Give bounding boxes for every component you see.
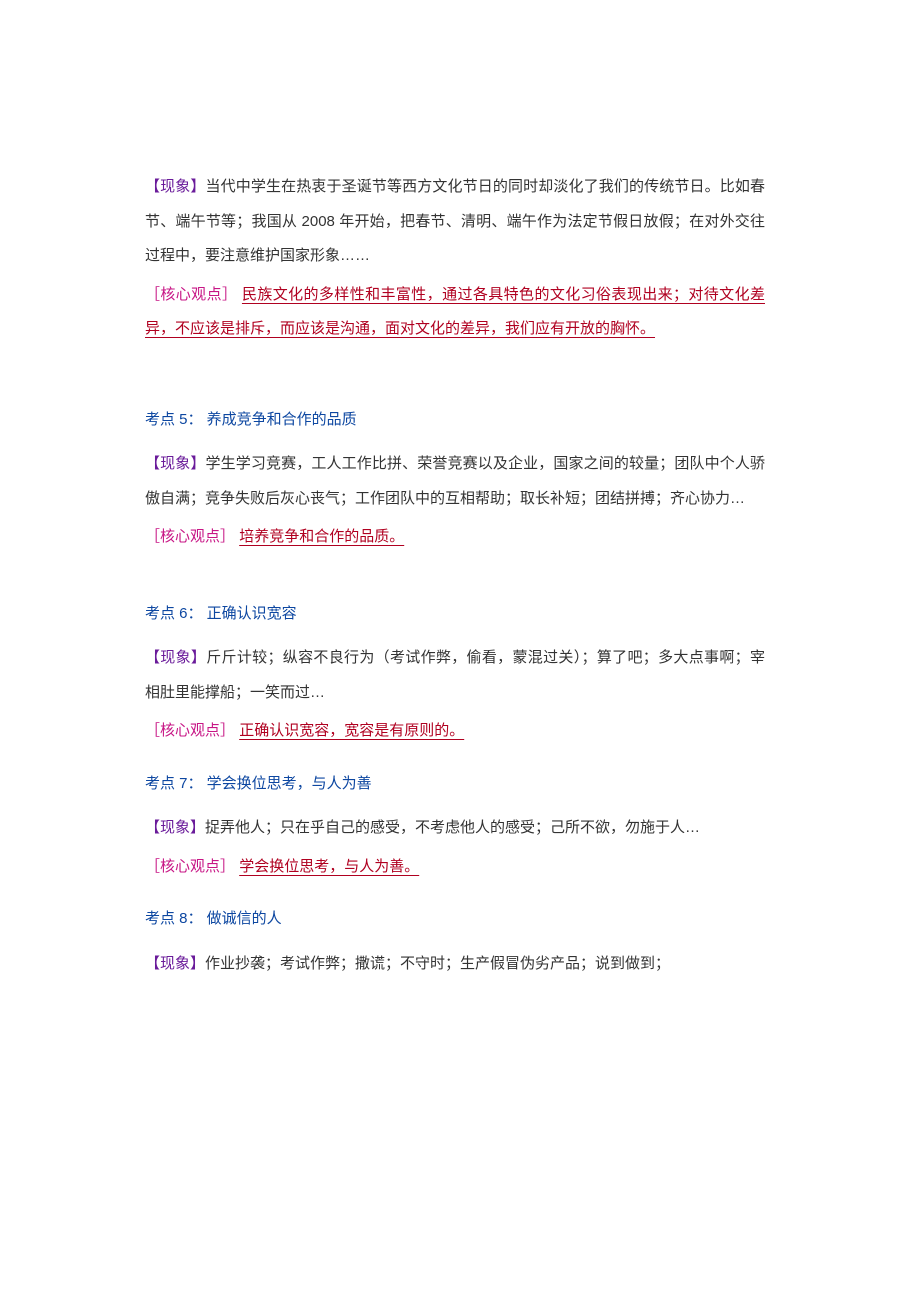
section-block: 考点 7： 学会换位思考，与人为善 【现象】捉弄他人；只在乎自己的感受，不考虑他… [145, 767, 765, 885]
core-viewpoint-paragraph: ［核心观点］ 学会换位思考，与人为善。 [145, 850, 765, 885]
core-viewpoint-text: 学会换位思考，与人为善。 [239, 858, 419, 875]
core-viewpoint-tag: ［核心观点］ [145, 528, 235, 545]
core-viewpoint-paragraph: ［核心观点］ 正确认识宽容，宽容是有原则的。 [145, 714, 765, 749]
core-viewpoint-paragraph: ［核心观点］ 民族文化的多样性和丰富性，通过各具特色的文化习俗表现出来；对待文化… [145, 278, 765, 347]
core-viewpoint-tag: ［核心观点］ [145, 858, 235, 875]
core-viewpoint-text: 正确认识宽容，宽容是有原则的。 [239, 722, 464, 739]
phenomenon-text: 学生学习竞赛，工人工作比拼、荣誉竞赛以及企业，国家之间的较量；团队中个人骄傲自满… [145, 455, 765, 507]
phenomenon-paragraph: 【现象】学生学习竞赛，工人工作比拼、荣誉竞赛以及企业，国家之间的较量；团队中个人… [145, 447, 765, 516]
section-block: 考点 8： 做诚信的人 【现象】作业抄袭；考试作弊；撒谎；不守时；生产假冒伪劣产… [145, 902, 765, 981]
core-viewpoint-tag: ［核心观点］ [145, 286, 237, 303]
section-block: 【现象】当代中学生在热衷于圣诞节等西方文化节日的同时却淡化了我们的传统节日。比如… [145, 170, 765, 347]
phenomenon-text: 当代中学生在热衷于圣诞节等西方文化节日的同时却淡化了我们的传统节日。比如春节、端… [145, 178, 765, 264]
phenomenon-tag: 【现象】 [145, 455, 206, 472]
section-title: 考点 7： 学会换位思考，与人为善 [145, 767, 765, 802]
section-block: 考点 6： 正确认识宽容 【现象】斤斤计较；纵容不良行为（考试作弊，偷看，蒙混过… [145, 597, 765, 749]
section-title: 考点 6： 正确认识宽容 [145, 597, 765, 632]
phenomenon-tag: 【现象】 [145, 649, 206, 666]
phenomenon-tag: 【现象】 [145, 955, 205, 972]
phenomenon-paragraph: 【现象】作业抄袭；考试作弊；撒谎；不守时；生产假冒伪劣产品；说到做到； [145, 947, 765, 982]
phenomenon-tag: 【现象】 [145, 819, 205, 836]
section-title: 考点 5： 养成竞争和合作的品质 [145, 403, 765, 438]
section-title: 考点 8： 做诚信的人 [145, 902, 765, 937]
document-page: 【现象】当代中学生在热衷于圣诞节等西方文化节日的同时却淡化了我们的传统节日。比如… [0, 0, 920, 1301]
core-viewpoint-text: 民族文化的多样性和丰富性，通过各具特色的文化习俗表现出来；对待文化差异，不应该是… [145, 286, 765, 338]
phenomenon-tag: 【现象】 [145, 178, 206, 195]
phenomenon-text: 捉弄他人；只在乎自己的感受，不考虑他人的感受；己所不欲，勿施于人… [205, 819, 700, 836]
core-viewpoint-paragraph: ［核心观点］ 培养竞争和合作的品质。 [145, 520, 765, 555]
core-viewpoint-tag: ［核心观点］ [145, 722, 235, 739]
phenomenon-text: 斤斤计较；纵容不良行为（考试作弊，偷看，蒙混过关）；算了吧；多大点事啊；宰相肚里… [145, 649, 765, 701]
phenomenon-paragraph: 【现象】当代中学生在热衷于圣诞节等西方文化节日的同时却淡化了我们的传统节日。比如… [145, 170, 765, 274]
section-block: 考点 5： 养成竞争和合作的品质 【现象】学生学习竞赛，工人工作比拼、荣誉竞赛以… [145, 403, 765, 555]
phenomenon-paragraph: 【现象】斤斤计较；纵容不良行为（考试作弊，偷看，蒙混过关）；算了吧；多大点事啊；… [145, 641, 765, 710]
core-viewpoint-text: 培养竞争和合作的品质。 [239, 528, 404, 545]
phenomenon-paragraph: 【现象】捉弄他人；只在乎自己的感受，不考虑他人的感受；己所不欲，勿施于人… [145, 811, 765, 846]
phenomenon-text: 作业抄袭；考试作弊；撒谎；不守时；生产假冒伪劣产品；说到做到； [205, 955, 670, 972]
